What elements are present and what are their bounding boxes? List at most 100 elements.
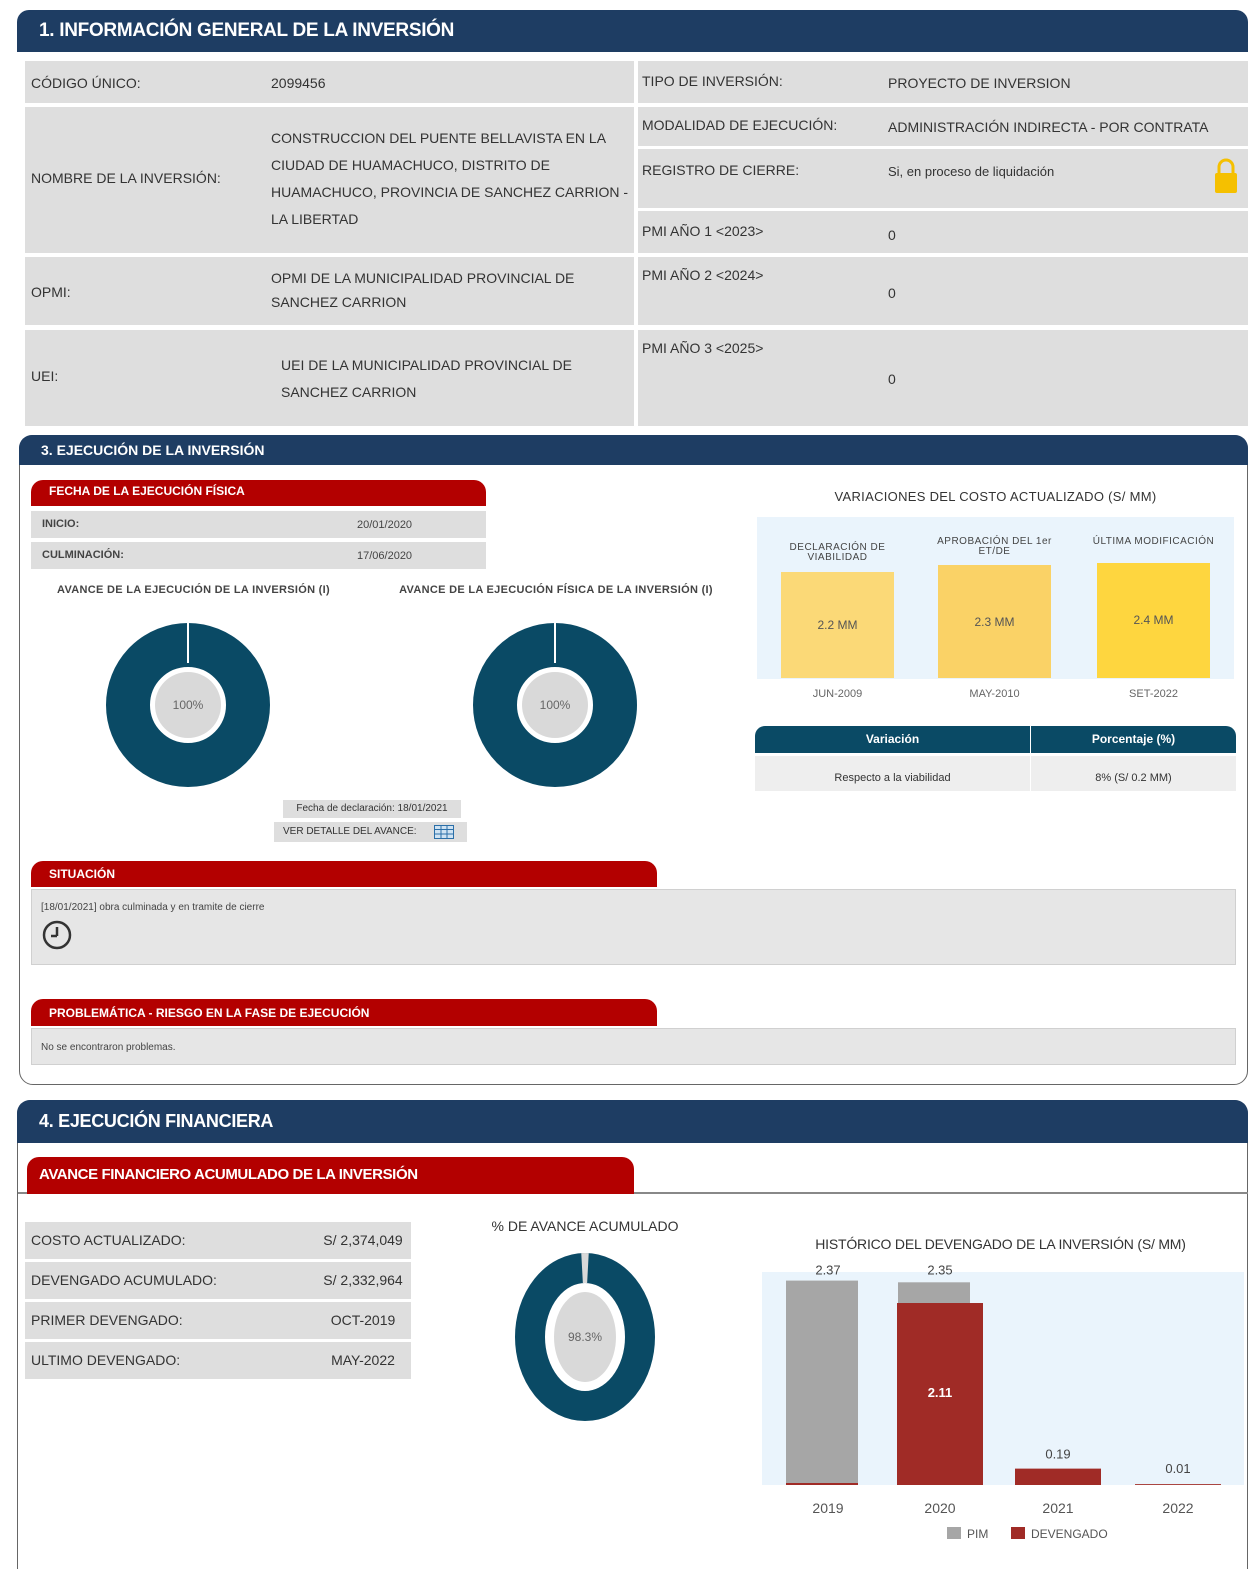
x-tick-label: 2021: [1042, 1500, 1073, 1516]
culminacion-label: CULMINACIÓN:: [42, 549, 124, 561]
tipo-value: PROYECTO DE INVERSION: [888, 75, 1071, 91]
inicio-row: INICIO: 20/01/2020: [31, 511, 486, 538]
section3-header: 3. EJECUCIÓN DE LA INVERSIÓN: [19, 435, 1248, 465]
historico-chart: 2019 2020 2021 2022 2.37 2.35 2.11 0.19 0.01 PIM D…: [786, 1263, 1221, 1541]
nombre-label: NOMBRE DE LA INVERSIÓN:: [31, 170, 221, 186]
culminacion-value: 17/06/2020: [357, 550, 413, 562]
devengado-bar: [1135, 1484, 1221, 1485]
situacion-box: [18/01/2021] obra culminada y en tramite…: [31, 889, 1236, 965]
lock-icon[interactable]: [1213, 157, 1239, 195]
x-tick-label: 2019: [812, 1500, 843, 1516]
fin-row-value: MAY-2022: [331, 1352, 395, 1368]
pmi1-label: PMI AÑO 1 <2023>: [642, 223, 764, 239]
costo-label: APROBACIÓN DEL 1er ET/DE: [937, 536, 1052, 557]
avance-acum-title: % DE AVANCE ACUMULADO: [491, 1218, 679, 1234]
fin-row: COSTO ACTUALIZADO: S/ 2,374,049: [25, 1222, 411, 1259]
section4-header: 4. EJECUCIÓN FINANCIERA: [17, 1100, 1248, 1143]
fin-row-value: S/ 2,332,964: [323, 1272, 403, 1288]
legend-pim-swatch: [947, 1527, 961, 1539]
avance-acum-value: 98.3%: [568, 1330, 602, 1344]
var-col1: Variación: [755, 726, 1030, 753]
cierre-label: REGISTRO DE CIERRE:: [642, 162, 800, 178]
fin-row-value: OCT-2019: [330, 1312, 396, 1328]
legend-pim-label: PIM: [967, 1527, 988, 1541]
devengado-bar: [1015, 1468, 1101, 1485]
uei-row: UEI: UEI DE LA MUNICIPALIDAD PROVINCIAL …: [25, 330, 634, 426]
fin-row-label: DEVENGADO ACUMULADO:: [31, 1272, 217, 1288]
costo-bar: 2.4 MM: [1097, 563, 1210, 678]
modalidad-row: MODALIDAD DE EJECUCIÓN: ADMINISTRACIÓN I…: [638, 107, 1248, 146]
pmi2-row: PMI AÑO 2 <2024> 0: [638, 257, 1248, 325]
situacion-tab: SITUACIÓN: [31, 861, 657, 887]
costo-bar: 2.3 MM: [938, 565, 1051, 678]
problematica-tab: PROBLEMÁTICA - RIESGO EN LA FASE DE EJEC…: [31, 999, 657, 1026]
data-label: 0.19: [1045, 1447, 1070, 1462]
fecha-declaracion: Fecha de declaración: 18/01/2021: [283, 800, 461, 818]
pim-bar: [786, 1280, 858, 1485]
avance-inv-title: AVANCE DE LA EJECUCIÓN DE LA INVERSIÓN (…: [57, 584, 330, 596]
pmi1-row: PMI AÑO 1 <2023> 0: [638, 211, 1248, 253]
culminacion-row: CULMINACIÓN: 17/06/2020: [31, 542, 486, 569]
data-label: 2.35: [927, 1263, 952, 1278]
costo-date: SET-2022: [1129, 688, 1178, 700]
costo-bar: 2.2 MM: [781, 572, 894, 678]
opmi-row: OPMI: OPMI DE LA MUNICIPALIDAD PROVINCIA…: [25, 257, 634, 325]
x-tick-label: 2020: [924, 1500, 955, 1516]
avance-financiero-tab: AVANCE FINANCIERO ACUMULADO DE LA INVERS…: [27, 1157, 634, 1194]
pmi2-label: PMI AÑO 2 <2024>: [642, 267, 764, 283]
data-label: 2.11: [928, 1385, 953, 1400]
data-label: 2.37: [815, 1263, 840, 1278]
fin-row-label: COSTO ACTUALIZADO:: [31, 1232, 186, 1248]
avance-fis-value: 100%: [540, 698, 571, 712]
legend-devengado-label: DEVENGADO: [1031, 1527, 1108, 1541]
costo-label: DECLARACIÓN DE VIABILIDAD: [789, 542, 886, 563]
codigo-row: CÓDIGO ÚNICO: 2099456: [25, 61, 634, 103]
pmi2-value: 0: [888, 285, 896, 301]
var-row-value: 8% (S/ 0.2 MM): [1031, 756, 1236, 791]
uei-value: UEI DE LA MUNICIPALIDAD PROVINCIAL DE SA…: [281, 357, 572, 400]
inicio-value: 20/01/2020: [357, 519, 413, 531]
tipo-row: TIPO DE INVERSIÓN: PROYECTO DE INVERSION: [638, 61, 1248, 103]
fin-row-label: PRIMER DEVENGADO:: [31, 1312, 183, 1328]
avance-acum-donut: 98.3%: [515, 1253, 655, 1421]
nombre-value: CONSTRUCCION DEL PUENTE BELLAVISTA EN LA…: [271, 130, 629, 227]
legend-devengado-swatch: [1011, 1527, 1025, 1539]
tipo-label: TIPO DE INVERSIÓN:: [642, 73, 783, 89]
fin-row: PRIMER DEVENGADO: OCT-2019: [25, 1302, 411, 1339]
modalidad-label: MODALIDAD DE EJECUCIÓN:: [642, 117, 838, 133]
costo-label: ÚLTIMA MODIFICACIÓN: [1092, 536, 1215, 547]
cierre-row: REGISTRO DE CIERRE: Si, en proceso de li…: [638, 149, 1248, 208]
costo-date: MAY-2010: [969, 688, 1020, 700]
codigo-value: 2099456: [271, 75, 326, 91]
inicio-label: INICIO:: [42, 518, 80, 530]
uei-label: UEI:: [31, 368, 59, 384]
historico-chart-title: HISTÓRICO DEL DEVENGADO DE LA INVERSIÓN …: [815, 1236, 1186, 1252]
nombre-row: NOMBRE DE LA INVERSIÓN: CONSTRUCCION DEL…: [25, 107, 634, 253]
ver-detalle-label: VER DETALLE DEL AVANCE:: [283, 826, 417, 837]
x-tick-label: 2022: [1162, 1500, 1193, 1516]
fin-row: ULTIMO DEVENGADO: MAY-2022: [25, 1342, 411, 1379]
clock-icon[interactable]: [42, 920, 72, 950]
data-label: 0.01: [1165, 1461, 1190, 1476]
cierre-value: Si, en proceso de liquidación: [888, 164, 1055, 179]
fin-row-label: ULTIMO DEVENGADO:: [31, 1352, 181, 1368]
opmi-label: OPMI:: [31, 284, 71, 300]
problematica-box: No se encontraron problemas.: [31, 1028, 1236, 1065]
pmi1-value: 0: [888, 227, 896, 243]
pmi3-label: PMI AÑO 3 <2025>: [642, 340, 764, 356]
ver-detalle-row[interactable]: VER DETALLE DEL AVANCE:: [274, 822, 467, 842]
opmi-value: OPMI DE LA MUNICIPALIDAD PROVINCIAL DE S…: [271, 270, 575, 310]
pmi3-value: 0: [888, 371, 896, 387]
fin-row: DEVENGADO ACUMULADO: S/ 2,332,964: [25, 1262, 411, 1299]
situacion-text: [18/01/2021] obra culminada y en tramite…: [41, 902, 265, 913]
fin-row-value: S/ 2,374,049: [323, 1232, 403, 1248]
avance-inv-donut: 100%: [106, 623, 270, 787]
section1-header: 1. INFORMACIÓN GENERAL DE LA INVERSIÓN: [17, 10, 1248, 52]
devengado-bar: [786, 1483, 858, 1485]
avance-fis-title: AVANCE DE LA EJECUCIÓN FÍSICA DE LA INVE…: [399, 584, 713, 596]
avance-inv-value: 100%: [173, 698, 204, 712]
var-col2: Porcentaje (%): [1031, 726, 1236, 753]
modalidad-value: ADMINISTRACIÓN INDIRECTA - POR CONTRATA: [888, 119, 1209, 135]
pmi3-row: PMI AÑO 3 <2025> 0: [638, 330, 1248, 426]
table-detail-icon[interactable]: [434, 825, 454, 839]
